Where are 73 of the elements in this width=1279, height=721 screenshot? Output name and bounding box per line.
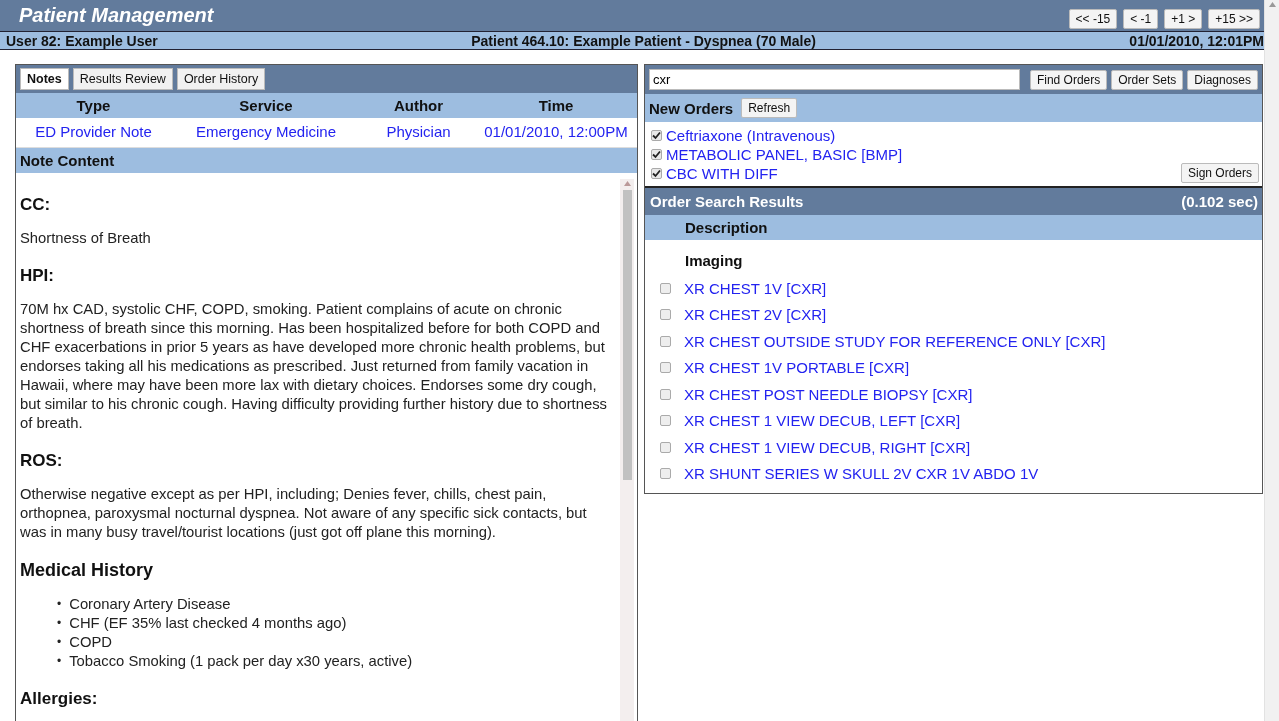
column-header: Description [645, 215, 1262, 240]
tab[interactable]: Results Review [72, 68, 173, 90]
checkbox[interactable] [660, 415, 671, 427]
list-item: CHF (EF 35% last checked 4 months ago) [69, 614, 347, 633]
result-link[interactable]: XR CHEST 1 VIEW DECUB, RIGHT [CXR] [684, 438, 971, 456]
checkbox[interactable] [651, 130, 662, 141]
result-link[interactable]: XR SHUNT SERIES W SKULL 2V CXR 1V ABDO 1V [684, 465, 1039, 483]
checkbox[interactable] [660, 309, 671, 321]
note-heading: ROS: [20, 451, 64, 471]
note-paragraph: Otherwise negative except as per HPI, including; Denies fever, chills, chest pain, orthopnea, paroxysmal nocturnal dyspnea. Not aware of any specific sick contacts, but was in many busy travel/tourist locations (just got off plane this morning). [20, 485, 588, 542]
section-title: Order Search Results [650, 193, 804, 210]
result-link[interactable]: XR CHEST 1V PORTABLE [CXR] [684, 359, 910, 377]
user-label: User 82: Example User [6, 32, 158, 49]
tab[interactable]: Order History [176, 68, 266, 90]
sign-orders-button[interactable]: Sign Orders [1180, 163, 1259, 183]
table-link[interactable]: 01/01/2010, 12:00PM [484, 123, 628, 140]
checkbox[interactable] [651, 168, 662, 179]
section-title: Note Content [20, 152, 115, 169]
note-paragraph: 70M hx CAD, systolic CHF, COPD, smoking. Patient complains of acute on chronic shortness of breath since this morning. Has been hospitalized before for both COPD and CHF exacerbations in prior 5 years as have developed more chronic health problems, but endorses taking all his medications as prescribed. Just returned from family vacation in Hawaii, where may have been more lax with dietary choices. Endorses some dry cough, but similar to his chronic cough. Having difficulty providing further history due to shortness of breath. [20, 300, 608, 433]
scrollbar[interactable] [620, 179, 634, 721]
table-link[interactable]: ED Provider Note [35, 123, 152, 140]
result-link[interactable]: XR CHEST 2V [CXR] [684, 306, 827, 324]
section-title: New Orders [649, 99, 734, 117]
bullet: • [57, 596, 62, 613]
timing-label: (0.102 sec) [1181, 193, 1258, 210]
column-header: Type [75, 97, 112, 114]
checkbox[interactable] [660, 282, 671, 294]
bullet: • [57, 653, 62, 670]
checkbox[interactable] [660, 388, 671, 400]
list-item: Coronary Artery Disease [69, 595, 231, 614]
checkbox[interactable] [660, 362, 671, 374]
refresh-button[interactable]: Refresh [741, 98, 798, 118]
search-field[interactable]: cxr [649, 69, 1020, 90]
column-header: Author [392, 97, 445, 114]
bullet: • [57, 615, 62, 632]
result-link[interactable]: XR CHEST OUTSIDE STUDY FOR REFERENCE ONLY [CXR] [684, 332, 1106, 350]
column-header: Time [537, 97, 575, 114]
result-link[interactable]: XR CHEST POST NEEDLE BIOPSY [CXR] [684, 385, 973, 403]
datetime-label: 01/01/2010, 12:01PM [1129, 32, 1264, 49]
table-link[interactable]: Emergency Medicine [195, 123, 337, 140]
nav-button[interactable]: +1 > [1164, 9, 1203, 29]
result-link[interactable]: XR CHEST 1V [CXR] [684, 279, 827, 297]
note-heading: Medical History [20, 560, 155, 581]
order-link[interactable]: METABOLIC PANEL, BASIC [BMP] [666, 145, 903, 164]
nav-button[interactable]: << -15 [1068, 9, 1118, 29]
search-button[interactable]: Find Orders [1029, 69, 1108, 90]
nav-button[interactable]: +15 >> [1208, 9, 1260, 29]
note-heading: HPI: [20, 266, 55, 286]
page-scrollbar[interactable] [1264, 0, 1279, 721]
note-heading: Allergies: [20, 689, 99, 709]
result-link[interactable]: XR CHEST 1 VIEW DECUB, LEFT [CXR] [684, 412, 961, 430]
scroll-up-icon[interactable] [623, 181, 631, 186]
group-label: Imaging [685, 252, 744, 269]
search-button[interactable]: Order Sets [1111, 69, 1184, 90]
order-link[interactable]: Ceftriaxone (Intravenous) [666, 126, 836, 145]
list-item: COPD [69, 633, 112, 652]
app-title: Patient Management [19, 4, 214, 27]
list-item: Tobacco Smoking (1 pack per day x30 years, active) [69, 652, 413, 671]
checkbox[interactable] [651, 149, 662, 160]
checkbox[interactable] [660, 441, 671, 453]
search-button[interactable]: Diagnoses [1187, 69, 1258, 90]
nav-button[interactable]: < -1 [1123, 9, 1159, 29]
checkbox[interactable] [660, 335, 671, 347]
tab[interactable]: Notes [20, 68, 69, 90]
note-paragraph: Shortness of Breath [20, 229, 152, 248]
checkbox[interactable] [660, 468, 671, 480]
scroll-up-icon[interactable] [1268, 2, 1276, 7]
patient-label: Patient 464.10: Example Patient - Dyspnea (70 Male) [471, 32, 816, 49]
column-header: Service [238, 97, 294, 114]
bullet: • [57, 634, 62, 651]
table-link[interactable]: Physician [386, 123, 451, 140]
note-heading: CC: [20, 195, 52, 215]
order-link[interactable]: CBC WITH DIFF [666, 164, 778, 183]
